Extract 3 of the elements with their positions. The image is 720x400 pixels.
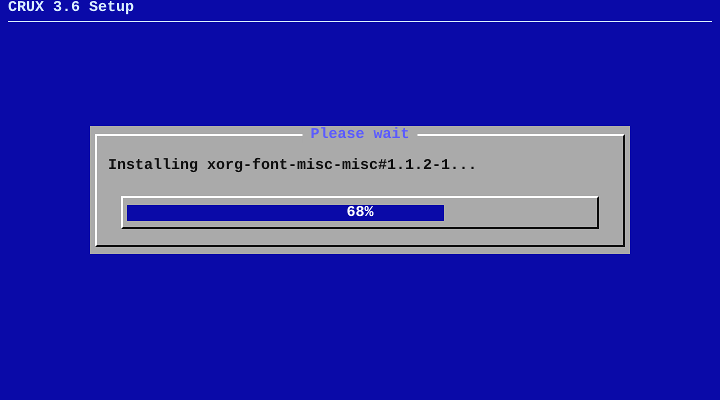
progress-reading: 68% (346, 205, 374, 221)
status-message: Installing xorg-font-misc-misc#1.1.2-1... (108, 158, 478, 174)
window-title: CRUX 3.6 Setup (7, 0, 136, 17)
